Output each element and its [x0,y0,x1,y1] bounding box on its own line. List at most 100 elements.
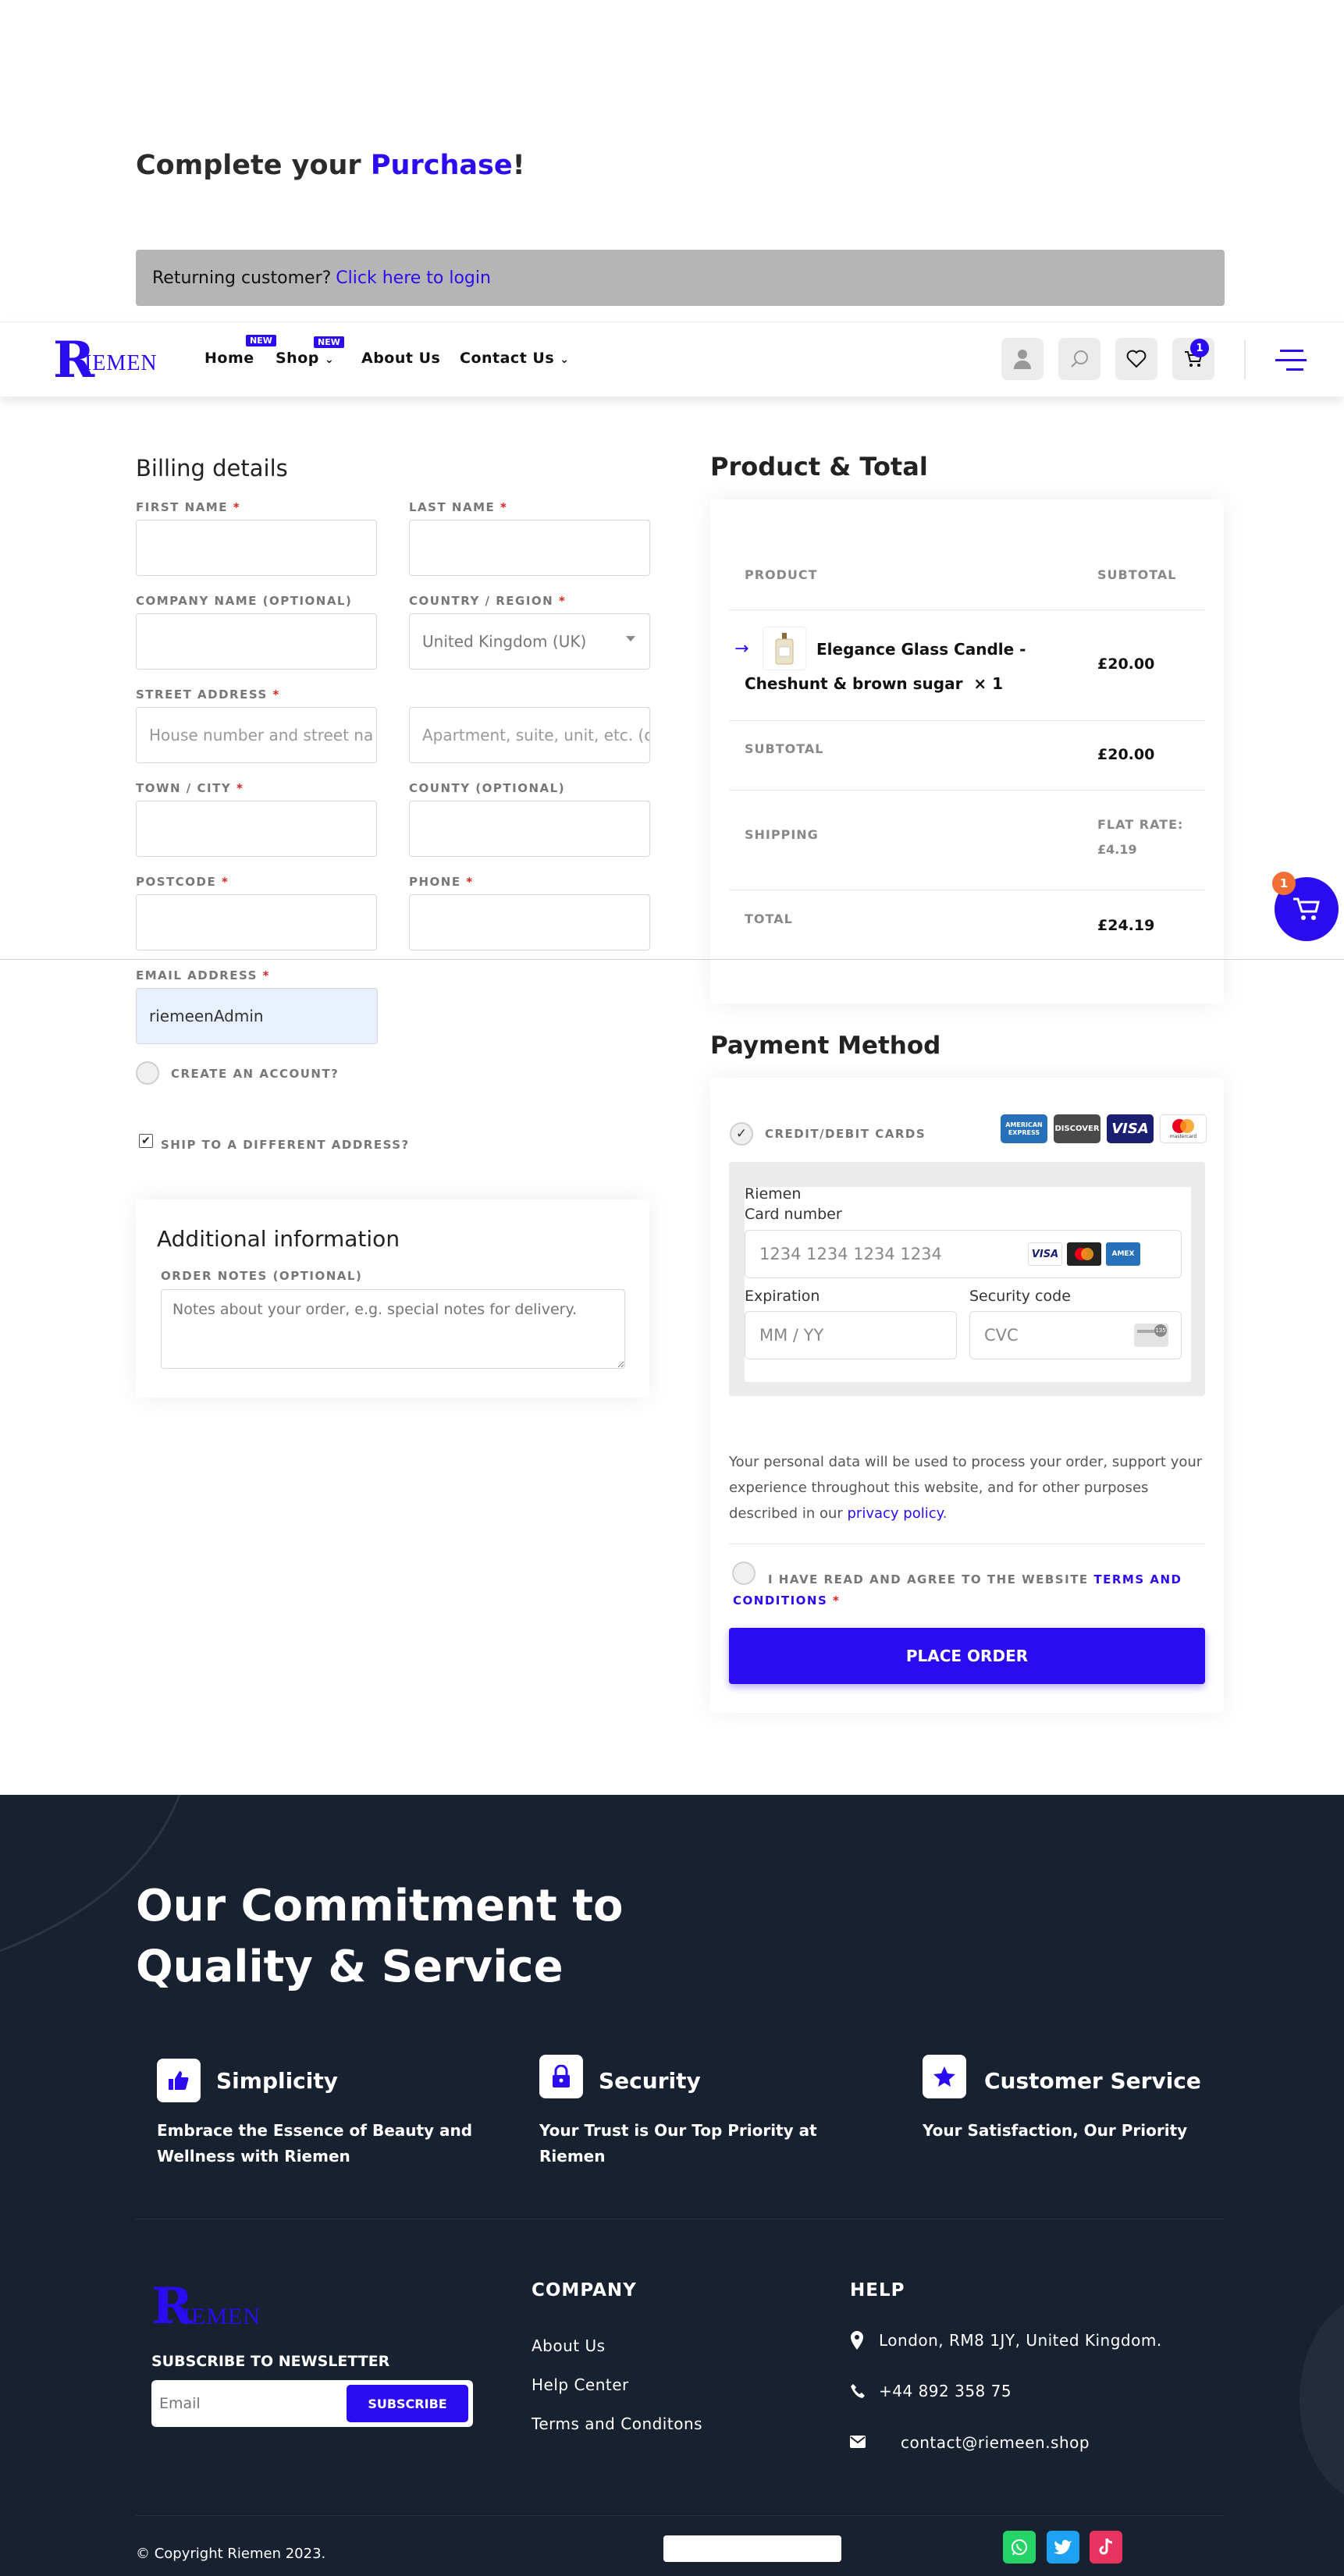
feature-customer-service-desc: Your Satisfaction, Our Priority [923,2121,1188,2140]
create-account-label: CREATE AN ACCOUNT? [171,1067,340,1081]
privacy-notice: Your personal data will be used to proce… [729,1454,1203,1522]
footer-link-help-center[interactable]: Help Center [532,2375,629,2394]
company-label: COMPANY NAME (OPTIONAL) [136,594,353,608]
footer-address: London, RM8 1JY, United Kingdom. [879,2331,1162,2350]
twitter-button[interactable] [1047,2531,1079,2564]
footer-email[interactable]: contact@riemeen.shop [901,2433,1090,2452]
footer-link-about[interactable]: About Us [532,2336,606,2355]
merchant-name: Riemen [745,1185,802,1203]
nav-contact[interactable]: Contact Us ⌄ [460,347,569,369]
whatsapp-button[interactable] [1003,2531,1036,2564]
product-price: £20.00 [1097,656,1155,673]
tiktok-button[interactable] [1090,2531,1122,2564]
cart-count-badge: 1 [1190,339,1209,357]
street2-input[interactable]: Apartment, suite, unit, etc. (o [409,707,650,763]
menu-button[interactable] [1275,348,1308,373]
feature-simplicity-desc: Embrace the Essence of Beauty and Wellnes… [157,2121,473,2166]
country-select[interactable]: United Kingdom (UK) [409,613,650,670]
product-thumbnail[interactable] [763,627,806,670]
checkout-page: Complete your Purchase! Returning custom… [0,0,1344,2576]
order-notes-textarea[interactable] [161,1289,625,1369]
mastercard-logo: mastercard [1160,1114,1207,1143]
phone-input[interactable] [409,894,650,950]
company-heading: COMPANY [532,2280,637,2301]
credit-card-radio[interactable]: ✓ [730,1122,753,1146]
country-value: United Kingdom (UK) [422,632,587,651]
chevron-down-icon: ⌄ [325,354,335,366]
floating-cart-count: 1 [1272,872,1296,895]
card-number-label: Card number [745,1206,842,1223]
privacy-policy-link[interactable]: privacy policy [848,1505,943,1522]
shipping-method: FLAT RATE: [1097,817,1184,832]
amex-mini-logo: AMEX [1106,1242,1140,1266]
nav-about[interactable]: About Us [361,347,440,369]
product-name-line2[interactable]: Cheshunt & brown sugar × 1 [745,674,1003,693]
footer-logo[interactable]: R IEMEN [151,2277,284,2336]
card-number-placeholder: 1234 1234 1234 1234 [759,1245,942,1263]
postcode-input[interactable] [136,894,377,950]
envelope-icon [850,2436,866,2448]
page-title-prefix: Complete your [136,150,371,181]
create-account-checkbox[interactable] [136,1061,159,1085]
email-label: EMAIL ADDRESS * [136,968,270,982]
thumbs-up-icon [157,2059,201,2102]
nav-contact-label: Contact Us [460,350,555,367]
login-link[interactable]: Click here to login [336,268,491,288]
footer-phone[interactable]: +44 892 358 75 [879,2382,1012,2400]
expiration-input[interactable]: MM / YY [745,1311,957,1359]
company-input[interactable] [136,613,377,670]
amex-logo: AMERICAN EXPRESS [1001,1114,1047,1143]
security-code-input[interactable]: CVC 135 [969,1311,1182,1359]
first-name-input[interactable] [136,520,377,576]
wishlist-button[interactable] [1115,338,1157,380]
row-divider [729,790,1205,791]
site-logo[interactable]: R IEMEN [53,331,178,389]
decorative-circle [1300,2294,1344,2505]
newsletter-email-input[interactable] [159,2386,331,2421]
terms-checkbox[interactable] [732,1562,756,1585]
terms-label: I HAVE READ AND AGREE TO THE WEBSITE TER… [768,1572,1182,1586]
order-summary-title: Product & Total [710,452,928,481]
arrow-right-icon: → [734,639,749,659]
footer-bottom-divider [136,2515,1225,2516]
star-icon [923,2055,966,2098]
ship-different-checkbox[interactable]: ✔ [139,1134,153,1148]
twitter-icon [1054,2539,1072,2555]
feature-customer-service-title: Customer Service [984,2068,1201,2094]
town-input[interactable] [136,801,377,857]
place-order-button[interactable]: PLACE ORDER [729,1628,1205,1684]
account-button[interactable] [1001,338,1044,380]
terms-link[interactable]: TERMS AND [1093,1572,1182,1586]
email-input[interactable]: riemeenAdmin [136,988,378,1044]
footer-link-terms[interactable]: Terms and Conditons [532,2414,702,2433]
col-product-header: PRODUCT [745,567,818,582]
card-number-input[interactable]: 1234 1234 1234 1234 VISA AMEX [745,1230,1182,1278]
credit-card-label: CREDIT/DEBIT CARDS [765,1127,926,1141]
location-pin-icon [851,2331,863,2350]
mastercard-circles [1172,1119,1194,1133]
first-name-label: FIRST NAME * [136,500,241,514]
card-payment-form: Riemen Card number 1234 1234 1234 1234 V… [729,1162,1205,1396]
nav-home[interactable]: Home [204,347,254,369]
product-name-line1[interactable]: Elegance Glass Candle - [816,640,1026,659]
nav-shop[interactable]: Shop ⌄ [276,347,334,369]
search-button[interactable] [1058,338,1100,380]
chevron-down-icon: ⌄ [560,354,570,366]
nav-shop-label: Shop [276,350,319,367]
footer-title: Our Commitment to Quality & Service [136,1881,624,1992]
subscribe-button[interactable]: SUBSCRIBE [347,2385,468,2422]
street-input[interactable]: House number and street na [136,707,377,763]
page-title-accent: Purchase [370,150,513,181]
last-name-input[interactable] [409,520,650,576]
nav-home-label: Home [204,350,254,367]
search-icon [1071,350,1088,368]
county-input[interactable] [409,801,650,857]
feature-security-desc: Your Trust is Our Top Priority at Riemen [539,2121,817,2166]
visa-logo: VISA [1107,1114,1154,1143]
col-subtotal-header: SUBTOTAL [1097,567,1177,582]
country-label: COUNTRY / REGION * [409,594,567,608]
billing-title: Billing details [136,455,288,481]
nav-home-new-badge: NEW [246,335,276,346]
conditions-link[interactable]: CONDITIONS [733,1594,827,1608]
phone-icon [851,2384,865,2398]
